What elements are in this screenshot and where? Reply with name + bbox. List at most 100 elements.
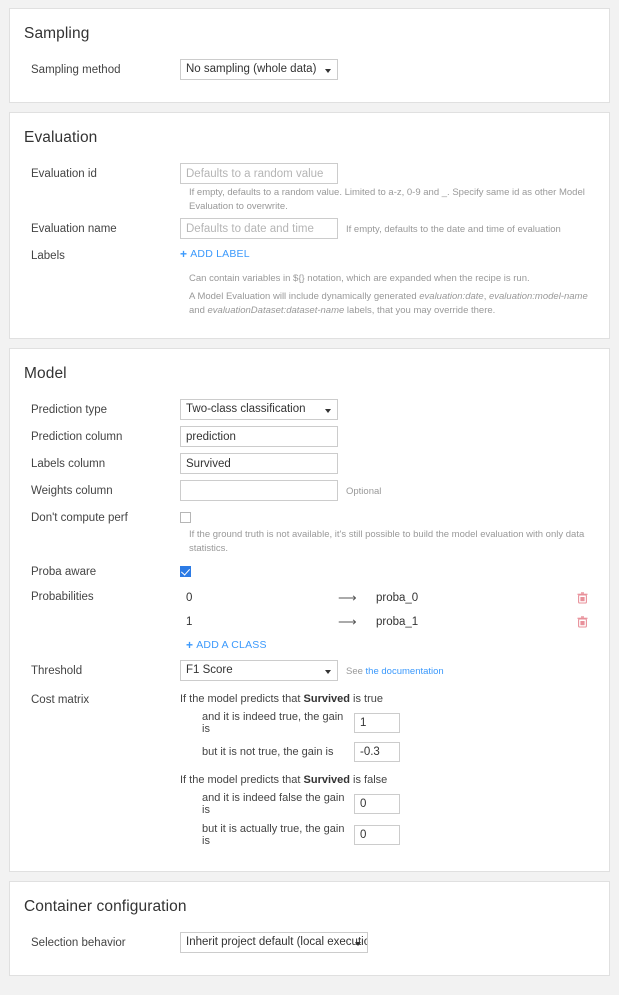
threshold-select[interactable]: F1 Score: [180, 660, 338, 681]
cost-true-false-row: but it is not true, the gain is: [180, 742, 593, 762]
threshold-help-prefix: See: [346, 666, 366, 677]
prediction-column-input[interactable]: [180, 426, 338, 447]
chevron-down-icon: [325, 69, 331, 73]
chevron-down-icon: [355, 942, 361, 946]
threshold-control: F1 Score See the documentation: [180, 660, 593, 681]
plus-icon: +: [180, 247, 188, 261]
probability-row: 1 ⟶ proba_1: [180, 610, 593, 634]
cost-true-true-input[interactable]: [354, 713, 400, 733]
proba-aware-checkbox[interactable]: [180, 566, 191, 577]
add-label-text: ADD LABEL: [190, 248, 250, 260]
sampling-method-label: Sampling method: [31, 64, 121, 76]
model-title: Model: [24, 365, 67, 382]
documentation-link[interactable]: the documentation: [366, 666, 444, 677]
labels-help-2-i1: evaluation:date: [419, 291, 484, 302]
cost-matrix-row: Cost matrix If the model predicts that S…: [22, 689, 593, 849]
cm-true-head-bold: Survived: [303, 693, 350, 705]
cost-false-true-row: but it is actually true, the gain is: [180, 823, 593, 847]
labels-column-row: Labels column: [22, 453, 593, 474]
probabilities-label: Probabilities: [31, 591, 94, 603]
prediction-column-control: [180, 426, 593, 447]
labels-help-2-d: labels, that you may override there.: [344, 305, 496, 316]
container-configuration-title: Container configuration: [24, 898, 187, 915]
cost-matrix-block: If the model predicts that Survived is t…: [180, 689, 593, 849]
evaluation-name-row: Evaluation name If empty, defaults to th…: [22, 218, 593, 239]
cost-false-true-input[interactable]: [354, 825, 400, 845]
sampling-method-row: Sampling method No sampling (whole data): [22, 59, 593, 80]
evaluation-id-label: Evaluation id: [31, 168, 97, 180]
sampling-card: Sampling Sampling method No sampling (wh…: [9, 8, 610, 103]
selection-behavior-label: Selection behavior: [31, 937, 126, 949]
threshold-value: F1 Score: [186, 664, 233, 676]
cm-true-head-b: is true: [349, 693, 383, 705]
add-class-text: ADD A CLASS: [196, 639, 267, 651]
threshold-row: Threshold F1 Score See the documentation: [22, 660, 593, 681]
proba-aware-control: [180, 561, 593, 577]
labels-column-input[interactable]: [180, 453, 338, 474]
evaluation-id-control: [180, 163, 593, 184]
prediction-column-label: Prediction column: [31, 431, 123, 443]
arrow-right-icon: ⟶: [338, 590, 357, 605]
labels-help-2-i2: evaluation:model-name: [488, 291, 588, 302]
prediction-type-select[interactable]: Two-class classification: [180, 399, 338, 420]
prediction-type-row: Prediction type Two-class classification: [22, 399, 593, 420]
proba-aware-row: Proba aware: [22, 561, 593, 580]
probability-column: proba_1: [376, 616, 419, 628]
trash-icon[interactable]: [577, 592, 593, 604]
selection-behavior-row: Selection behavior Inherit project defau…: [22, 932, 593, 953]
dont-compute-perf-control: If the ground truth is not available, it…: [180, 507, 593, 555]
sampling-method-select[interactable]: No sampling (whole data): [180, 59, 338, 80]
cost-false-true-text: but it is actually true, the gain is: [202, 823, 345, 847]
evaluation-name-input[interactable]: [180, 218, 338, 239]
threshold-help: See the documentation: [346, 660, 444, 679]
labels-column-control: [180, 453, 593, 474]
cost-false-false-input[interactable]: [354, 794, 400, 814]
dont-compute-perf-row: Don't compute perf If the ground truth i…: [22, 507, 593, 555]
labels-help-2-c: and: [189, 305, 208, 316]
weights-column-label: Weights column: [31, 485, 113, 497]
weights-column-optional-hint: Optional: [346, 486, 382, 497]
weights-column-control: Optional: [180, 480, 593, 501]
weights-column-input[interactable]: [180, 480, 338, 501]
cm-false-head-a: If the model predicts that: [180, 774, 304, 786]
selection-behavior-select[interactable]: Inherit project default (local execution…: [180, 932, 368, 953]
selection-behavior-control: Inherit project default (local execution…: [180, 932, 593, 953]
probability-row: 0 ⟶ proba_0: [180, 586, 593, 610]
probability-column: proba_0: [376, 592, 419, 604]
dont-compute-perf-checkbox[interactable]: [180, 512, 191, 523]
probabilities-row: Probabilities 0 ⟶ proba_0 1 ⟶ proba_1 + …: [22, 586, 593, 654]
labels-control: + ADD LABEL: [180, 245, 593, 260]
selection-behavior-value: Inherit project default (local execution…: [186, 936, 368, 948]
evaluation-id-input[interactable]: [180, 163, 338, 184]
prediction-type-control: Two-class classification: [180, 399, 593, 420]
plus-icon: +: [186, 638, 194, 652]
prediction-column-row: Prediction column: [22, 426, 593, 447]
evaluation-name-control: If empty, defaults to the date and time …: [180, 218, 593, 239]
prediction-type-label: Prediction type: [31, 404, 108, 416]
add-label-button[interactable]: + ADD LABEL: [180, 245, 250, 260]
cost-matrix-label: Cost matrix: [31, 694, 90, 706]
probability-class: 0: [186, 592, 193, 604]
labels-row: Labels + ADD LABEL: [22, 245, 593, 264]
evaluation-title: Evaluation: [24, 129, 98, 146]
cost-true-false-input[interactable]: [354, 742, 400, 762]
cm-true-head-a: If the model predicts that: [180, 693, 304, 705]
cost-false-false-row: and it is indeed false the gain is: [180, 792, 593, 816]
cost-matrix-false-heading: If the model predicts that Survived is f…: [180, 769, 593, 792]
evaluation-name-help: If empty, defaults to the date and time …: [346, 224, 561, 235]
chevron-down-icon: [325, 670, 331, 674]
trash-icon[interactable]: [577, 616, 593, 628]
weights-column-row: Weights column Optional: [22, 480, 593, 501]
labels-help-2-a: A Model Evaluation will include dynamica…: [189, 291, 420, 302]
chevron-down-icon: [325, 409, 331, 413]
cost-false-false-text: and it is indeed false the gain is: [202, 792, 345, 816]
cost-true-true-row: and it is indeed true, the gain is: [180, 711, 593, 735]
sampling-title: Sampling: [24, 25, 90, 42]
proba-aware-label: Proba aware: [31, 566, 97, 578]
cost-matrix-control: If the model predicts that Survived is t…: [180, 689, 593, 849]
prediction-type-value: Two-class classification: [186, 403, 306, 415]
probability-class: 1: [186, 616, 193, 628]
sampling-method-value: No sampling (whole data): [186, 63, 317, 75]
cost-matrix-true-heading: If the model predicts that Survived is t…: [180, 689, 593, 711]
add-class-button[interactable]: + ADD A CLASS: [186, 636, 267, 651]
